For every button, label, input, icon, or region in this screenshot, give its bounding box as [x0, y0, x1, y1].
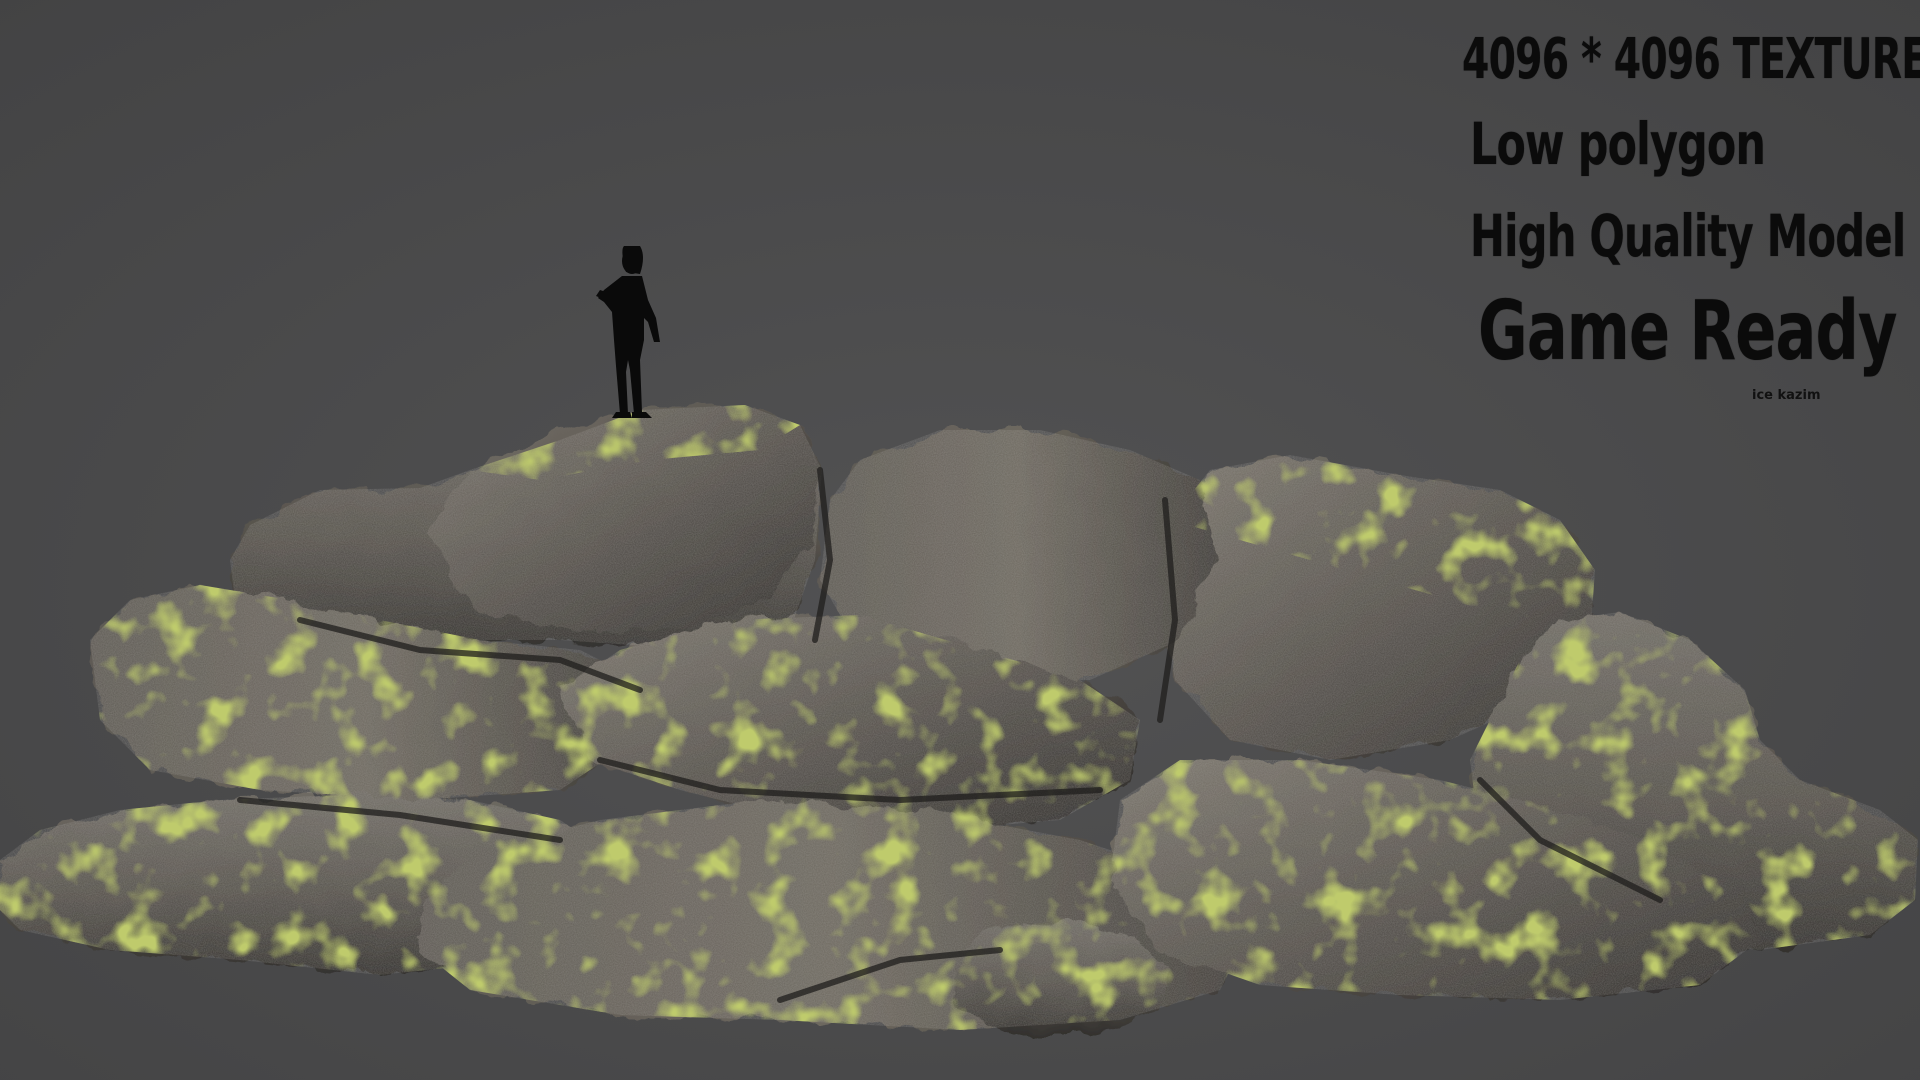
quality-label: High Quality Model: [1470, 202, 1906, 270]
author-credit: ice kazim: [1752, 388, 1821, 403]
polygon-count-label: Low polygon: [1470, 110, 1766, 178]
model-spec-overlay: 4096 * 4096 TEXTURE Low polygon High Qua…: [1462, 22, 1920, 382]
game-ready-label: Game Ready: [1478, 284, 1897, 379]
texture-resolution-label: 4096 * 4096 TEXTURE: [1462, 27, 1920, 92]
